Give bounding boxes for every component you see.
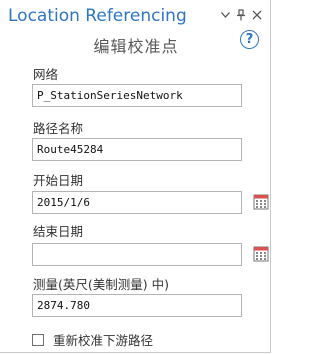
close-pane-button[interactable] xyxy=(250,7,264,23)
pane-options-button[interactable] xyxy=(218,7,232,23)
measure-label: 测量(英尺(美制测量) 中) xyxy=(33,277,169,292)
pin-icon xyxy=(237,9,245,21)
start-date-label: 开始日期 xyxy=(33,173,84,188)
end-date-label: 结束日期 xyxy=(33,224,84,239)
calendar-icon[interactable] xyxy=(253,194,269,210)
pane-title-controls xyxy=(216,7,264,23)
location-referencing-pane: Location Referencing 编辑校准点 ? 网络 P_Statio… xyxy=(0,0,271,353)
close-icon xyxy=(252,10,262,20)
network-field[interactable]: P_StationSeriesNetwork xyxy=(32,84,242,107)
calendar-icon[interactable] xyxy=(253,246,269,262)
recalibrate-downstream-checkbox[interactable] xyxy=(32,333,44,346)
pane-title: Location Referencing xyxy=(8,6,187,26)
help-button[interactable]: ? xyxy=(240,30,259,49)
chevron-down-icon xyxy=(220,12,230,18)
recalibrate-downstream-option[interactable]: 重新校准下游路径 xyxy=(32,330,153,349)
recalibrate-downstream-label: 重新校准下游路径 xyxy=(53,333,154,348)
help-icon: ? xyxy=(245,32,254,47)
measure-field[interactable]: 2874.780 xyxy=(32,294,242,317)
end-date-field[interactable] xyxy=(32,243,242,266)
pane-subtitle: 编辑校准点 xyxy=(93,37,179,56)
route-name-label: 路径名称 xyxy=(33,121,84,136)
start-date-field[interactable]: 2015/1/6 xyxy=(32,191,242,214)
network-label: 网络 xyxy=(33,67,59,82)
pin-pane-button[interactable] xyxy=(234,7,248,23)
route-name-field[interactable]: Route45284 xyxy=(32,138,242,161)
